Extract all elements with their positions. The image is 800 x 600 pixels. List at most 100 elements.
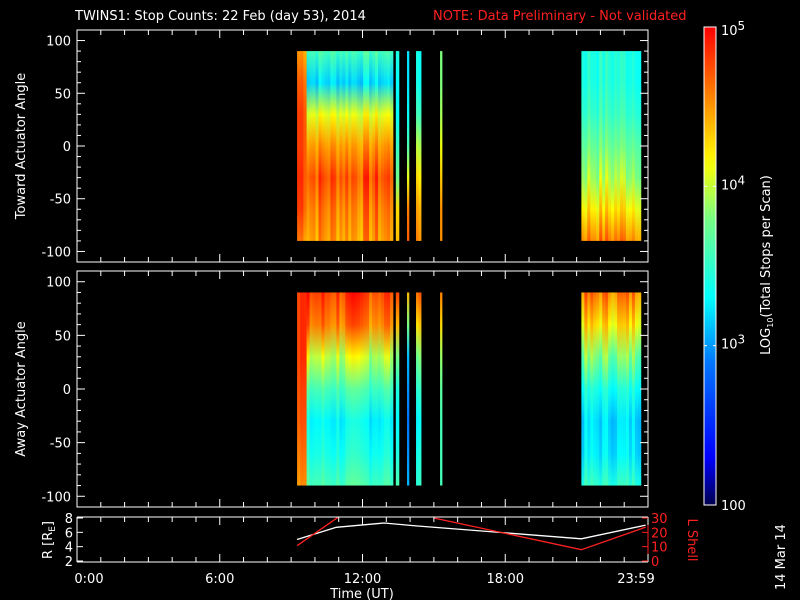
spectrogram-column bbox=[418, 51, 422, 241]
r-tick-label: 4 bbox=[65, 541, 73, 556]
spectrogram-column bbox=[593, 51, 597, 241]
spectrogram-column bbox=[381, 292, 385, 486]
spectrogram-column bbox=[634, 51, 639, 241]
lshell-axis-label: L Shell bbox=[684, 518, 699, 561]
spectrogram-column bbox=[303, 292, 307, 486]
spectrogram-column bbox=[416, 292, 419, 486]
spectrogram-column bbox=[620, 51, 624, 241]
lshell-tick-label: 20 bbox=[651, 526, 668, 541]
r-tick-label: 2 bbox=[65, 555, 73, 570]
spectrogram-column bbox=[312, 51, 316, 241]
spectrogram-column bbox=[357, 292, 361, 486]
spectrogram-column bbox=[363, 292, 367, 486]
spectrogram-column bbox=[360, 51, 364, 241]
r-tick-label: 6 bbox=[65, 526, 73, 541]
spectrogram-column bbox=[440, 292, 443, 486]
x-axis-label: Time (UT) bbox=[329, 587, 394, 600]
colorbar-label-part: 10 bbox=[766, 318, 775, 328]
spectrogram-column bbox=[366, 292, 370, 486]
y-tick-label: -100 bbox=[41, 490, 71, 505]
spectrogram-column bbox=[605, 51, 609, 241]
x-tick-label: 23:59 bbox=[617, 572, 654, 587]
spectrogram-column bbox=[351, 51, 355, 241]
colorbar bbox=[703, 26, 717, 506]
twins-stop-counts-plot: TWINS1: Stop Counts: 22 Feb (day 53), 20… bbox=[14, 9, 789, 600]
spectrogram-column bbox=[327, 292, 331, 486]
spectrogram-column bbox=[306, 51, 310, 241]
spectrogram-column bbox=[628, 51, 633, 241]
spectrogram-column bbox=[312, 292, 316, 486]
spectrogram-column bbox=[375, 51, 379, 241]
spectrogram-column bbox=[628, 292, 633, 486]
spectrogram-column bbox=[375, 292, 379, 486]
spectrogram-column bbox=[336, 51, 340, 241]
spectrogram-column bbox=[342, 51, 346, 241]
generation-date: 14 Mar 14 bbox=[774, 524, 789, 590]
spectrogram-column bbox=[336, 292, 340, 486]
x-tick-label: 0:00 bbox=[74, 572, 103, 587]
spectrogram-column bbox=[315, 292, 319, 486]
colorbar-tick-exponent: 3 bbox=[738, 333, 746, 347]
x-tick-label: 18:00 bbox=[487, 572, 524, 587]
spectrogram-column bbox=[324, 51, 328, 241]
position-lines bbox=[296, 517, 646, 551]
y-tick-label: 100 bbox=[46, 35, 71, 50]
spectrogram-column bbox=[360, 292, 364, 486]
spectrogram-column bbox=[306, 292, 310, 486]
spectrogram-column bbox=[611, 292, 615, 486]
spectrogram-column bbox=[351, 292, 355, 486]
spectrogram-column bbox=[384, 51, 388, 241]
spectrogram-column bbox=[339, 51, 343, 241]
colorbar-label-part: (Total Stops per Scan) bbox=[759, 175, 774, 317]
y-tick-label: 0 bbox=[63, 140, 71, 155]
spectrogram-column bbox=[309, 292, 313, 486]
spectrogram-column bbox=[623, 51, 627, 241]
spectrogram-column bbox=[590, 51, 594, 241]
data-preliminary-note: NOTE: Data Preliminary - Not validated bbox=[433, 9, 687, 24]
l-shell-line bbox=[433, 517, 646, 551]
spectrogram-column bbox=[599, 292, 603, 486]
spectrogram-column bbox=[327, 51, 331, 241]
colorbar-tick-label: 103 bbox=[721, 333, 745, 353]
y-tick-label: 0 bbox=[63, 383, 71, 398]
spectrogram-column bbox=[406, 51, 410, 241]
spectrogram-column bbox=[395, 51, 400, 241]
colorbar-tick-base: 10 bbox=[721, 338, 738, 353]
spectrogram-column bbox=[634, 292, 639, 486]
colorbar-tick-label: 104 bbox=[721, 173, 745, 193]
spectrogram-column bbox=[584, 51, 588, 241]
spectrogram-column bbox=[324, 292, 328, 486]
spectrogram-column bbox=[318, 51, 322, 241]
spectrogram-column bbox=[339, 292, 343, 486]
toward-spectrogram bbox=[297, 51, 642, 241]
y-tick-label: 50 bbox=[54, 329, 71, 344]
spectrogram-column bbox=[584, 292, 588, 486]
spectrogram-column bbox=[625, 51, 630, 241]
y-tick-label: -50 bbox=[50, 193, 71, 208]
spectrogram-column bbox=[623, 292, 627, 486]
spectrogram-column bbox=[333, 51, 337, 241]
spectrogram-column bbox=[372, 51, 376, 241]
spectrogram-column bbox=[389, 292, 394, 486]
spectrogram-column bbox=[617, 51, 621, 241]
y-tick-label: -50 bbox=[50, 437, 71, 452]
spectrogram-column bbox=[381, 51, 385, 241]
spectrogram-column bbox=[321, 51, 325, 241]
plot-title: TWINS1: Stop Counts: 22 Feb (day 53), 20… bbox=[74, 9, 366, 24]
spectrogram-column bbox=[333, 292, 337, 486]
away-spectrogram bbox=[297, 292, 642, 486]
spectrogram-column bbox=[386, 51, 391, 241]
spectrogram-column bbox=[345, 292, 349, 486]
spectrogram-column bbox=[389, 51, 394, 241]
y-tick-label: 100 bbox=[46, 276, 71, 291]
colorbar-label: LOG10(Total Stops per Scan) bbox=[759, 175, 775, 355]
spectrogram-column bbox=[617, 292, 621, 486]
spectrogram-column bbox=[602, 51, 606, 241]
spectrogram-column bbox=[348, 292, 352, 486]
spectrogram-column bbox=[354, 51, 358, 241]
spectrogram-column bbox=[330, 292, 334, 486]
r-axis-label-part: ] bbox=[41, 521, 56, 526]
spectrogram-column bbox=[602, 292, 606, 486]
spectrogram-column bbox=[297, 292, 301, 486]
spectrogram-column bbox=[620, 292, 624, 486]
